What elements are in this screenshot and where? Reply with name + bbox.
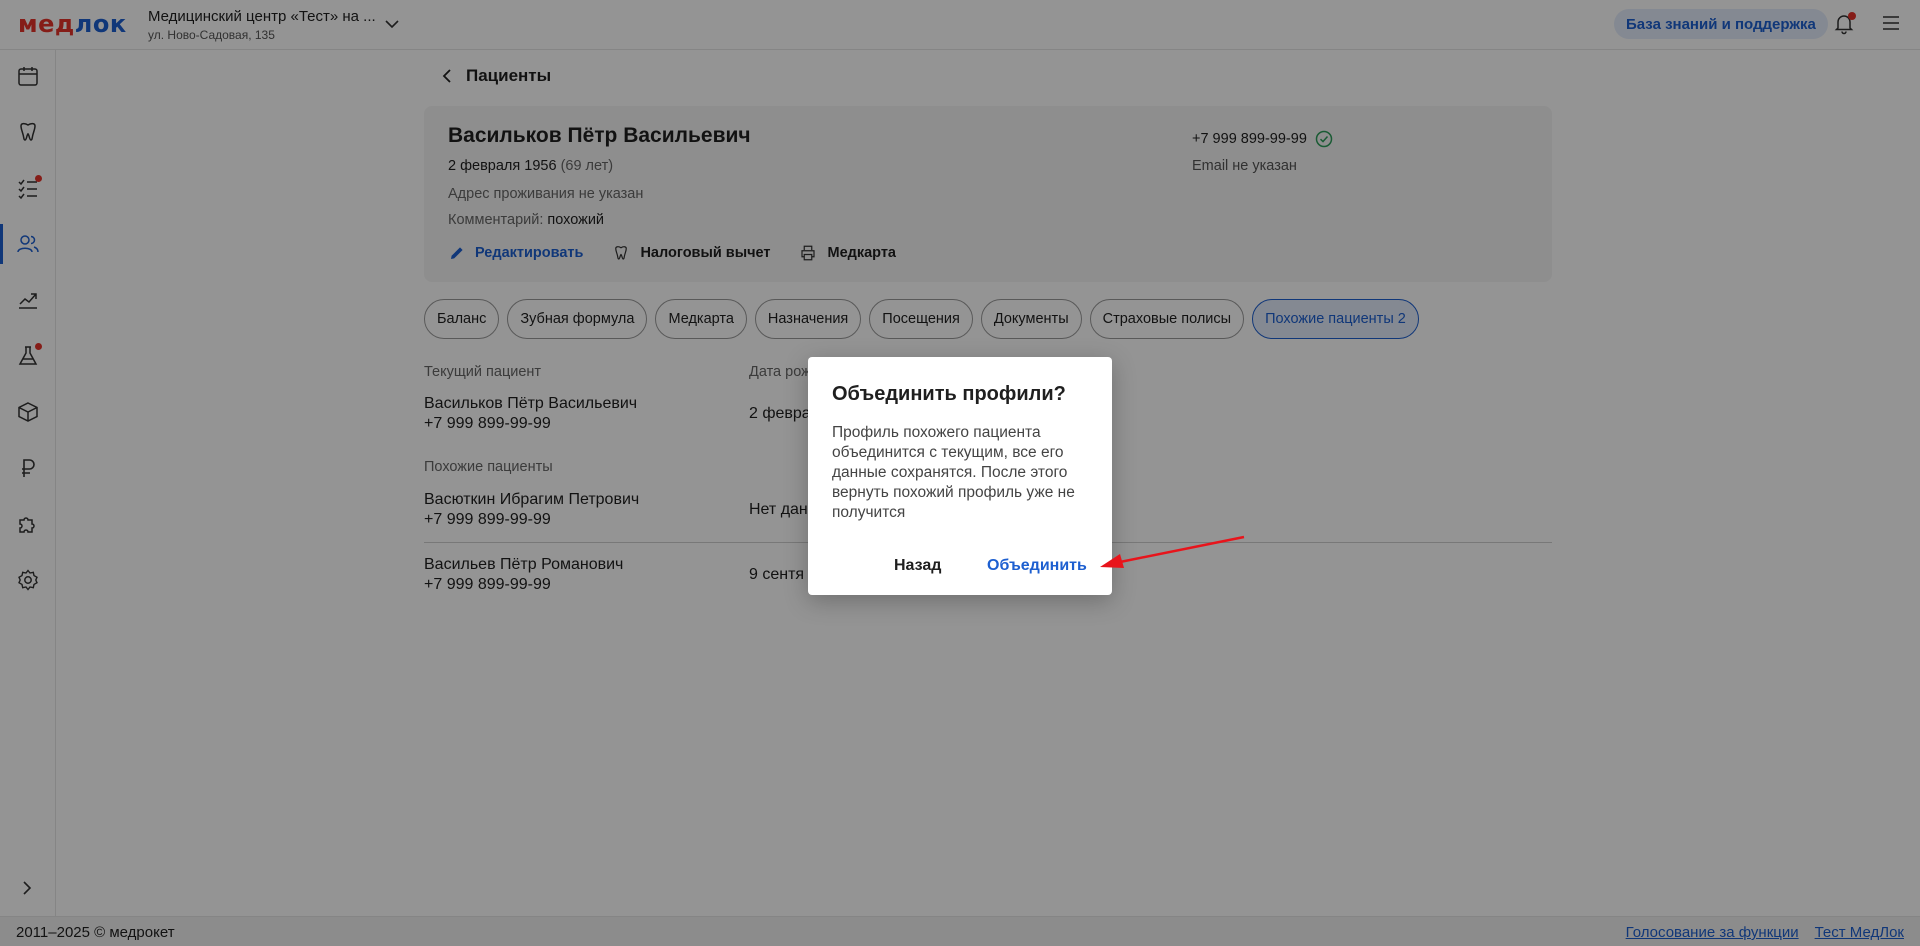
back-button[interactable]: Назад (894, 557, 941, 575)
dialog-message: Профиль похожего пациента объединится с … (832, 424, 1075, 521)
merge-button[interactable]: Объединить (987, 557, 1087, 575)
annotation-arrow (1100, 535, 1245, 568)
merge-profiles-dialog: Объединить профили? Профиль похожего пац… (808, 357, 1112, 595)
dialog-title: Объединить профили? (832, 383, 1066, 405)
